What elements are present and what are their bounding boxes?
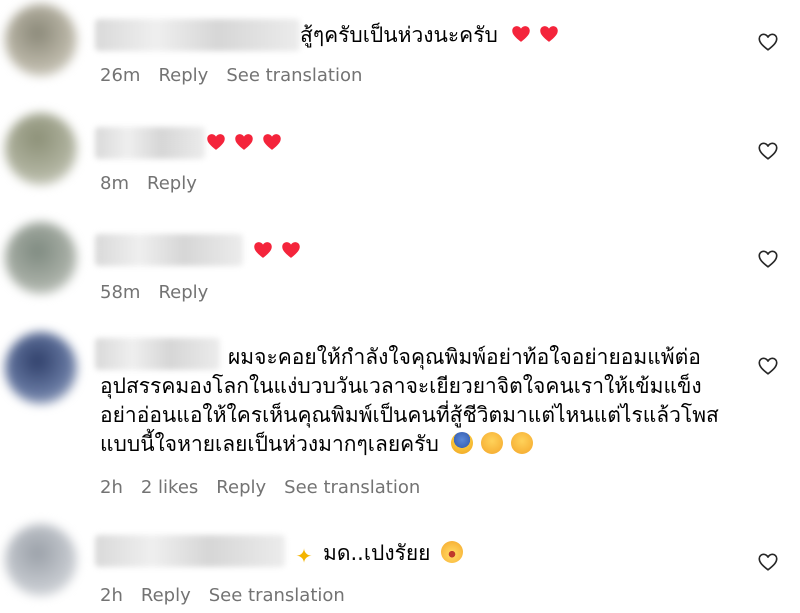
reply-link[interactable]: Reply <box>147 173 197 194</box>
red-heart-icon <box>234 132 254 152</box>
heart-outline-icon[interactable] <box>757 551 779 573</box>
heart-outline-icon[interactable] <box>757 355 779 377</box>
comment-meta: 2h 2 likes Reply See translation <box>100 477 438 498</box>
comment-text-line-content: แบบนี้ใจหายเลยเป็นห่วงมากๆเลยครับ <box>100 432 439 456</box>
avatar[interactable] <box>5 4 77 76</box>
timestamp: 58m <box>100 282 141 303</box>
comment-meta: 26m Reply See translation <box>100 65 380 86</box>
comment-text-line: อุปสรรคมองโลกในแง่บวบวันเวลาจะเยียวยาจิต… <box>100 374 702 398</box>
red-heart-icon <box>262 132 282 152</box>
heart-outline-icon[interactable] <box>757 140 779 162</box>
red-heart-icon <box>281 240 301 260</box>
red-heart-icon <box>539 24 559 44</box>
avatar[interactable] <box>5 222 77 294</box>
username-blurred[interactable] <box>95 127 205 159</box>
comment-text-content: มด..เปงรัยย <box>323 541 431 565</box>
timestamp: 2h <box>100 477 123 498</box>
likes-count-link[interactable]: 2 likes <box>141 477 198 498</box>
pleading-emoji-icon <box>511 432 534 454</box>
username-blurred[interactable] <box>95 338 220 370</box>
comment-meta: 8m Reply <box>100 173 215 194</box>
username-blurred[interactable] <box>95 535 285 567</box>
reply-link[interactable]: Reply <box>141 585 191 606</box>
avatar[interactable] <box>5 113 77 185</box>
comment-text-line: แบบนี้ใจหายเลยเป็นห่วงมากๆเลยครับ <box>100 430 719 459</box>
pensive-emoji-icon <box>481 432 504 454</box>
heart-outline-icon[interactable] <box>757 31 779 53</box>
reply-link[interactable]: Reply <box>158 65 208 86</box>
reply-link[interactable]: Reply <box>216 477 266 498</box>
comment-text <box>206 128 290 158</box>
see-translation-link[interactable]: See translation <box>209 585 345 606</box>
heart-outline-icon[interactable] <box>757 248 779 270</box>
comment-text-line: อย่าอ่อนแอให้ใครเห็นคุณพิมพ์เป็นคนที่สู้… <box>100 403 719 427</box>
red-heart-icon <box>253 240 273 260</box>
timestamp: 8m <box>100 173 129 194</box>
comment-text: อุปสรรคมองโลกในแง่บวบวันเวลาจะเยียวยาจิต… <box>100 372 719 459</box>
comment-text: สู้ๆครับเป็นห่วงนะครับ <box>300 20 567 50</box>
comment-text: ผมจะคอยให้กำลังใจคุณพิมพ์อย่าท้อใจอย่ายอ… <box>228 343 701 372</box>
timestamp: 2h <box>100 585 123 606</box>
comment-text: ✦ มด..เปงรัยย <box>293 538 471 568</box>
red-heart-icon <box>206 132 226 152</box>
astonished-emoji-icon <box>441 541 464 563</box>
comment-text-line: ผมจะคอยให้กำลังใจคุณพิมพ์อย่าท้อใจอย่ายอ… <box>228 345 701 369</box>
username-blurred[interactable] <box>95 19 300 51</box>
comment-text-content: สู้ๆครับเป็นห่วงนะครับ <box>300 23 498 47</box>
see-translation-link[interactable]: See translation <box>284 477 420 498</box>
avatar[interactable] <box>5 524 77 596</box>
timestamp: 26m <box>100 65 141 86</box>
see-translation-link[interactable]: See translation <box>226 65 362 86</box>
red-heart-icon <box>511 24 531 44</box>
scream-emoji-icon <box>451 432 474 454</box>
comment-text <box>253 236 309 266</box>
comment-meta: 2h Reply See translation <box>100 585 363 606</box>
reply-link[interactable]: Reply <box>158 282 208 303</box>
comment-meta: 58m Reply <box>100 282 226 303</box>
sparkles-emoji-icon: ✦ <box>295 544 313 568</box>
avatar[interactable] <box>5 332 77 404</box>
username-blurred[interactable] <box>95 234 243 266</box>
